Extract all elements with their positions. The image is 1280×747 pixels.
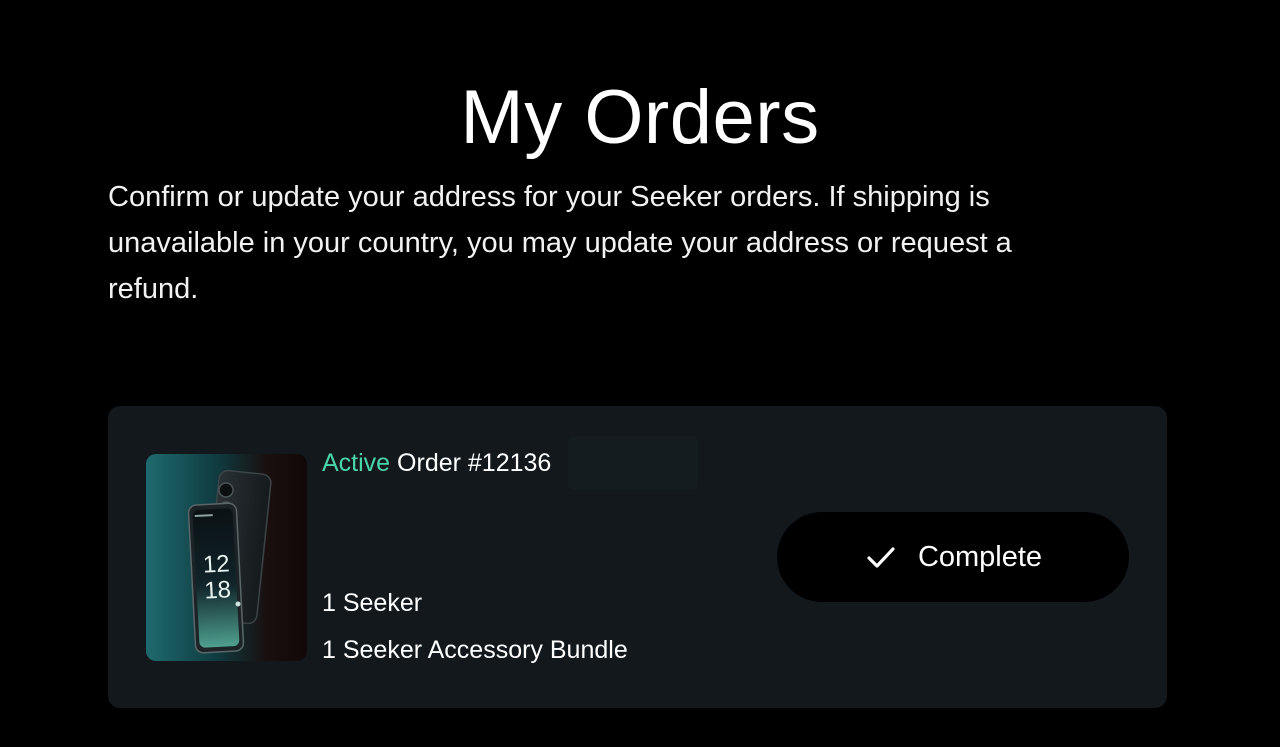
order-header-placeholder bbox=[568, 436, 698, 490]
complete-button-label: Complete bbox=[917, 540, 1043, 573]
product-thumbnail: 12 18 bbox=[146, 454, 307, 661]
complete-button[interactable]: Complete bbox=[777, 512, 1129, 602]
order-number: Order #12136 bbox=[397, 449, 552, 477]
order-item: 1 Seeker bbox=[322, 589, 423, 617]
thumbnail-clock-minute: 18 bbox=[204, 576, 232, 604]
page-intro: Confirm or update your address for your … bbox=[108, 181, 1012, 305]
order-status-label: Active bbox=[322, 449, 391, 477]
order-header: Active Order #12136 bbox=[322, 446, 551, 480]
page-title: My Orders bbox=[460, 75, 820, 160]
thumbnail-clock-hour: 12 bbox=[202, 550, 230, 578]
phone-image: 12 18 bbox=[187, 469, 272, 654]
check-icon bbox=[864, 540, 898, 574]
order-item: 1 Seeker Accessory Bundle bbox=[322, 636, 628, 664]
order-card: 12 18 Active Order #12136 1 Seeker 1 See… bbox=[108, 406, 1167, 708]
